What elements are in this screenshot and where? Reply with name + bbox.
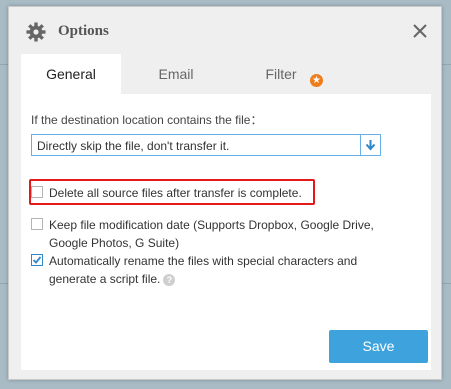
delete-source-checkbox[interactable] xyxy=(31,186,43,198)
keep-date-label: Keep file modification date (Supports Dr… xyxy=(49,218,374,250)
dialog-title: Options xyxy=(58,23,109,39)
select-arrow-button[interactable] xyxy=(360,135,380,155)
keep-date-checkbox[interactable] xyxy=(31,218,43,230)
conflict-select-value: Directly skip the file, don't transfer i… xyxy=(37,139,230,153)
save-button[interactable]: Save xyxy=(329,330,428,363)
delete-source-label: Delete all source files after transfer i… xyxy=(49,186,302,200)
close-icon[interactable] xyxy=(411,22,429,40)
dialog-titlebar: Options xyxy=(9,7,441,57)
question-icon[interactable]: ? xyxy=(163,273,176,286)
arrow-down-icon xyxy=(365,140,376,151)
options-dialog: Options General Email Filter ★ If the de… xyxy=(8,6,442,380)
auto-rename-checkbox[interactable] xyxy=(31,254,43,266)
tab-email[interactable]: Email xyxy=(126,54,226,94)
tab-general[interactable]: General xyxy=(21,54,121,94)
auto-rename-label: Automatically rename the files with spec… xyxy=(49,254,358,286)
star-icon: ★ xyxy=(310,74,323,87)
conflict-prompt: If the destination location contains the… xyxy=(31,113,263,127)
tab-bar: General Email Filter ★ xyxy=(21,54,431,94)
general-panel: If the destination location contains the… xyxy=(21,94,431,370)
auto-rename-text: Automatically rename the files with spec… xyxy=(49,252,389,288)
gear-icon xyxy=(26,22,46,42)
conflict-select[interactable]: Directly skip the file, don't transfer i… xyxy=(31,134,381,156)
checkmark-icon xyxy=(32,256,42,264)
